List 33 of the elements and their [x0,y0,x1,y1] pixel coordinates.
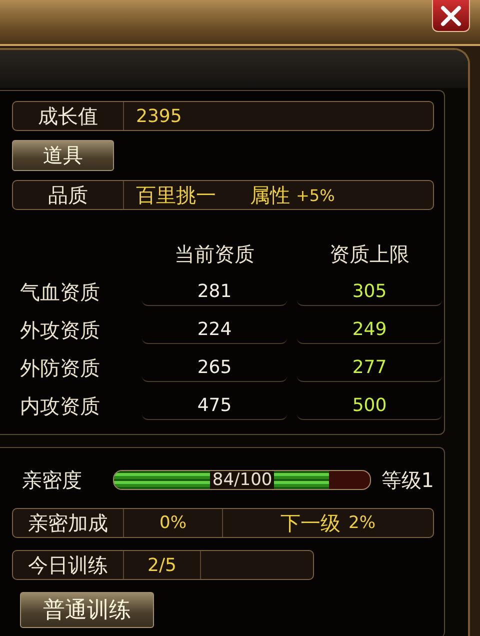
column-header: 资质上限 [328,241,410,268]
attribute-label: 属性 [249,182,290,208]
aptitude-name: 气血资质 [19,279,101,306]
training-label: 今日训练 [13,551,124,579]
quality-label: 品质 [13,181,124,209]
column-header: 当前资质 [174,241,256,268]
bonus-label: 亲密加成 [13,509,124,537]
item-button[interactable]: 道具 [12,140,114,171]
training-count: 2/5 [148,554,176,576]
quality-value: 百里挑一 [135,182,216,208]
aptitude-name: 外攻资质 [19,317,101,344]
intimacy-reading: 84/100 [210,471,274,489]
current-value: 224 [142,319,287,344]
aptitude-name: 内攻资质 [19,393,101,420]
close-icon [440,4,462,26]
aptitude-name: 外防资质 [19,355,101,382]
next-level-label: 下一级 [280,510,340,536]
intimacy-label: 亲密度 [21,466,83,494]
max-value: 305 [297,281,442,306]
train-button[interactable]: 普通训练 [20,592,154,628]
current-value: 265 [142,357,287,382]
intimacy-grade: 等级1 [381,466,434,494]
attribute-value: +5% [295,186,335,204]
growth-label: 成长值 [13,102,124,130]
next-level-value: 2% [348,513,376,533]
growth-value: 2395 [135,106,182,126]
close-button[interactable] [432,0,470,32]
current-value: 281 [142,281,287,306]
max-value: 249 [297,319,442,344]
bonus-value: 0% [160,513,186,533]
max-value: 277 [297,357,442,382]
current-value: 475 [142,395,287,420]
max-value: 500 [297,395,442,420]
